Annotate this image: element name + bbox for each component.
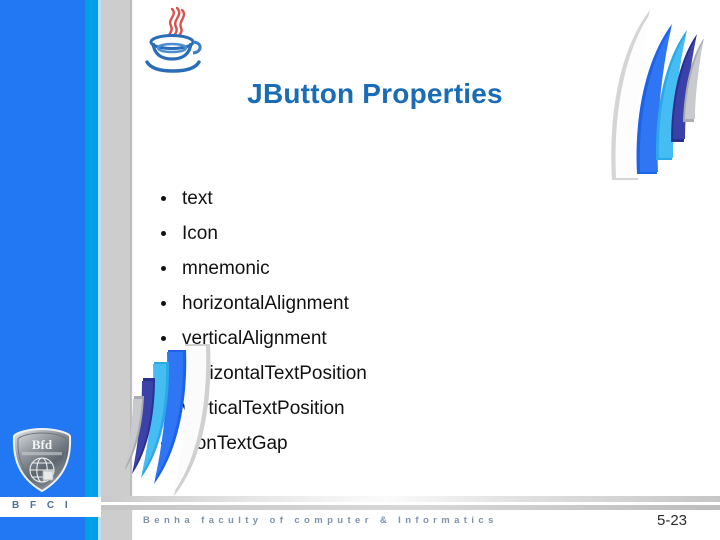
presentation-slide: JButton Properties text Icon mnemonic ho… [0,0,720,540]
decorative-swoosh-icon [604,2,712,182]
list-item: Icon [158,216,367,251]
list-item: mnemonic [158,251,367,286]
java-logo-icon [137,2,209,74]
decorative-swoosh-icon [98,342,216,502]
svg-text:Bfd: Bfd [32,437,53,452]
page-number-label: 5-23 [657,512,688,529]
page-title: JButton Properties [247,78,503,109]
footer-credit-label: Benha faculty of computer & Informatics [143,515,498,526]
bullet-dot-icon [161,266,166,271]
list-item-label: horizontalAlignment [182,293,349,314]
bullet-dot-icon [161,301,166,306]
footer-divider-band2 [101,505,720,510]
bullet-dot-icon [161,231,166,236]
list-item: text [158,181,367,216]
list-item-label: mnemonic [182,258,270,279]
bullet-dot-icon [161,336,166,341]
sidebar-cyan-band [85,0,98,540]
list-item-label: text [182,188,213,209]
bfci-abbreviation-label: B F C I [12,500,72,511]
footer-gray-block [101,510,132,540]
bullet-dot-icon [161,196,166,201]
bfci-shield-logo-icon: Bfd [10,427,74,493]
list-item-label: Icon [182,223,218,244]
list-item: horizontalAlignment [158,286,367,321]
